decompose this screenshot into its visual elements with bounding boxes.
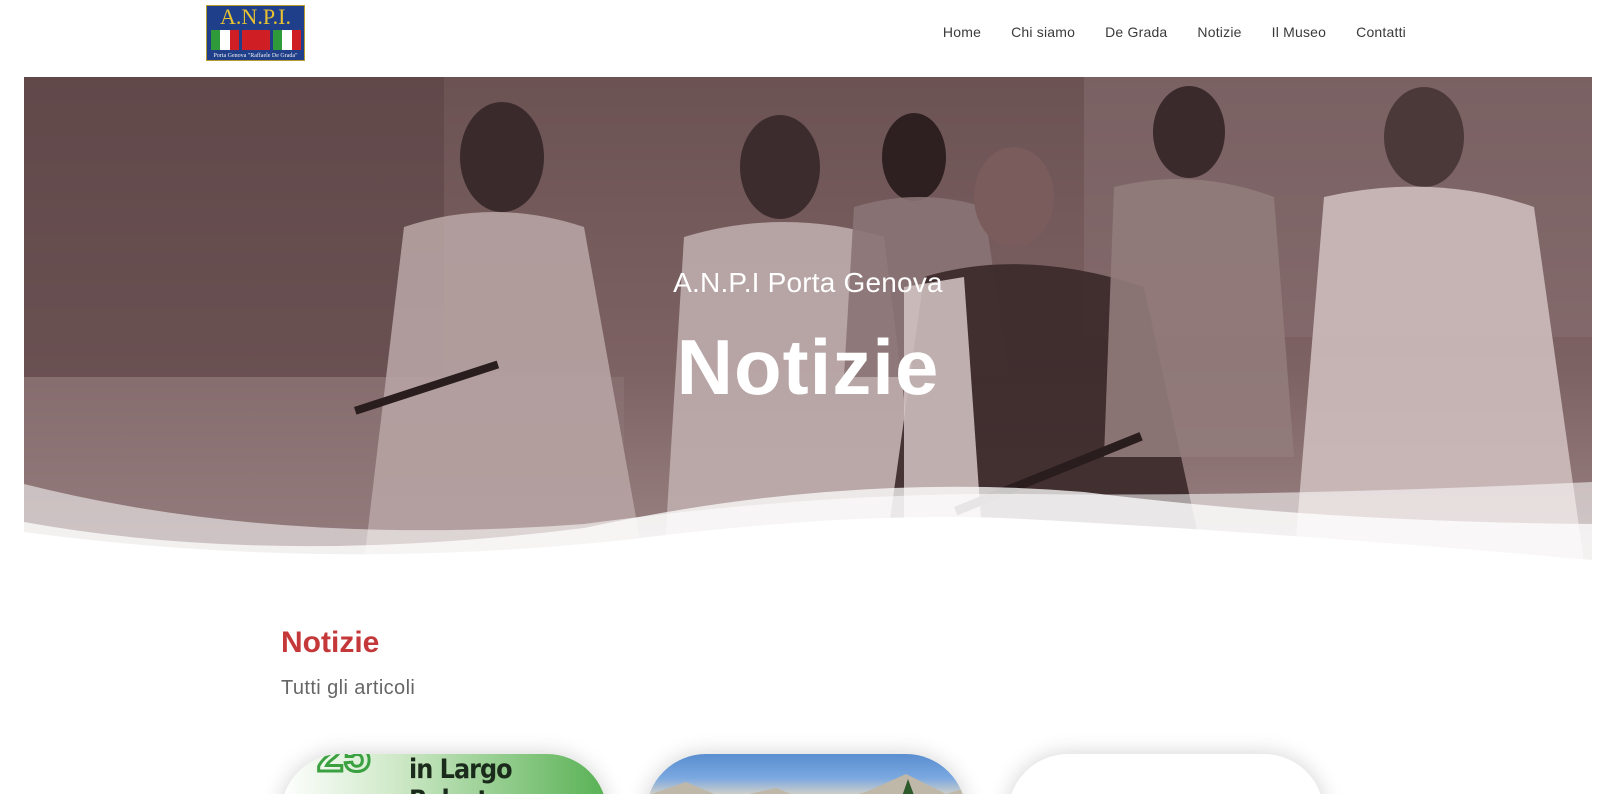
hero-banner: A.N.P.I Porta Genova Notizie: [24, 77, 1592, 562]
section-title: Notizie: [281, 626, 380, 659]
nav-notizie[interactable]: Notizie: [1182, 22, 1256, 42]
main-nav: Home Chi siamo De Grada Notizie Il Museo…: [928, 22, 1406, 42]
site-header: A.N.P.I. Porta Genova "Raffaele De Grada…: [0, 0, 1616, 77]
nav-home[interactable]: Home: [928, 22, 996, 42]
article-card[interactable]: [1008, 754, 1324, 794]
nav-de-grada[interactable]: De Grada: [1090, 22, 1182, 42]
hero-title: Notizie: [676, 323, 940, 411]
nav-chi-siamo[interactable]: Chi siamo: [996, 22, 1090, 42]
card-image: [651, 774, 966, 794]
hero-subtitle: A.N.P.I Porta Genova: [673, 267, 943, 298]
article-card[interactable]: [646, 754, 966, 794]
article-card[interactable]: 25 in Largo Balestra: [281, 754, 607, 794]
hero-wave-divider: [24, 482, 1592, 562]
logo-title: A.N.P.I.: [220, 5, 291, 29]
nav-il-museo[interactable]: Il Museo: [1257, 22, 1342, 42]
anpi-logo[interactable]: A.N.P.I. Porta Genova "Raffaele De Grada…: [206, 5, 305, 61]
card-number: 25: [315, 754, 371, 784]
logo-subtitle: Porta Genova "Raffaele De Grada": [207, 51, 304, 60]
logo-flags: [211, 30, 301, 50]
card-caption: in Largo Balestra: [409, 754, 515, 794]
section-subtitle: Tutti gli articoli: [281, 677, 416, 699]
nav-contatti[interactable]: Contatti: [1341, 22, 1406, 42]
